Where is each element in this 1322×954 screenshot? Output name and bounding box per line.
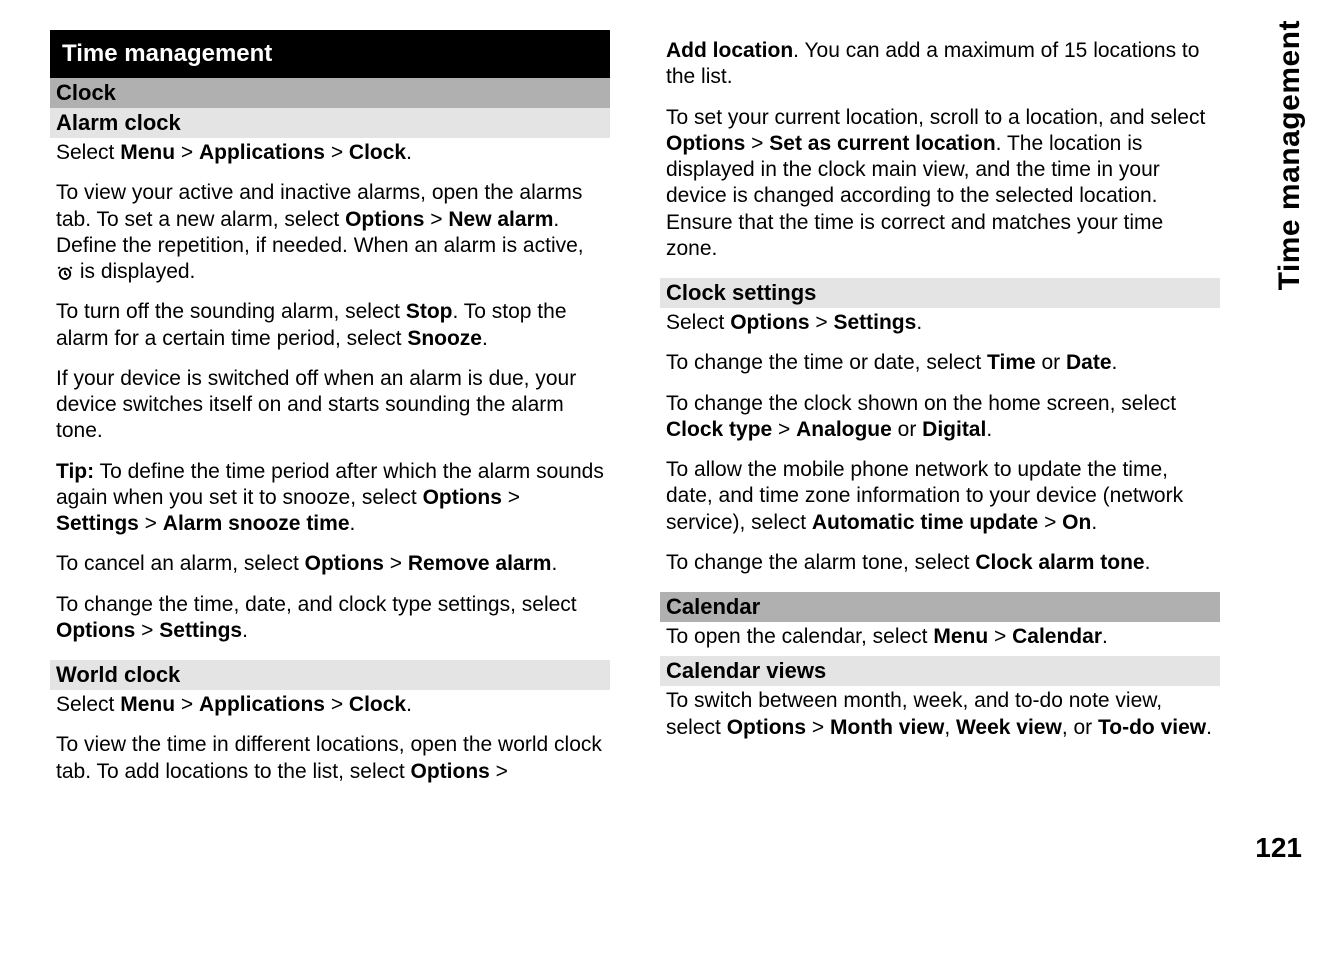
- section-clock-settings: Clock settings: [660, 278, 1220, 308]
- alarm-active-icon: [56, 263, 74, 281]
- settings-p1: Select Options > Settings.: [666, 310, 1214, 336]
- section-clock: Clock: [50, 78, 610, 108]
- settings-p4: To allow the mobile phone network to upd…: [666, 457, 1214, 536]
- calendar-p1: To open the calendar, select Menu > Cale…: [666, 624, 1214, 650]
- clock-settings-body: Select Options > Settings. To change the…: [660, 308, 1220, 592]
- left-column: Time management Clock Alarm clock Select…: [50, 30, 610, 924]
- alarm-p2: To view your active and inactive alarms,…: [56, 180, 604, 285]
- world-p2: To view the time in different locations,…: [56, 732, 604, 785]
- addloc-p2: To set your current location, scroll to …: [666, 105, 1214, 263]
- alarm-p3: To turn off the sounding alarm, select S…: [56, 299, 604, 352]
- alarm-p5: Tip: To define the time period after whi…: [56, 459, 604, 538]
- page-number: 121: [1255, 832, 1302, 864]
- side-tab-label: Time management: [1273, 20, 1307, 290]
- settings-p2: To change the time or date, select Time …: [666, 350, 1214, 376]
- calviews-p1: To switch between month, week, and to-do…: [666, 688, 1214, 741]
- addloc-p1: Add location. You can add a maximum of 1…: [666, 38, 1214, 91]
- section-calendar: Calendar: [660, 592, 1220, 622]
- right-column: Add location. You can add a maximum of 1…: [660, 30, 1220, 924]
- page-content: Time management Clock Alarm clock Select…: [50, 30, 1272, 924]
- add-location-body: Add location. You can add a maximum of 1…: [660, 30, 1220, 278]
- section-calendar-views: Calendar views: [660, 656, 1220, 686]
- alarm-p4: If your device is switched off when an a…: [56, 366, 604, 445]
- calendar-views-body: To switch between month, week, and to-do…: [660, 686, 1220, 757]
- alarm-clock-body: Select Menu > Applications > Clock. To v…: [50, 138, 610, 660]
- section-alarm-clock: Alarm clock: [50, 108, 610, 138]
- calendar-body: To open the calendar, select Menu > Cale…: [660, 622, 1220, 656]
- alarm-p6: To cancel an alarm, select Options > Rem…: [56, 551, 604, 577]
- section-world-clock: World clock: [50, 660, 610, 690]
- settings-p5: To change the alarm tone, select Clock a…: [666, 550, 1214, 576]
- settings-p3: To change the clock shown on the home sc…: [666, 391, 1214, 444]
- world-clock-body: Select Menu > Applications > Clock. To v…: [50, 690, 610, 801]
- alarm-p1: Select Menu > Applications > Clock.: [56, 140, 604, 166]
- chapter-title: Time management: [50, 30, 610, 78]
- world-p1: Select Menu > Applications > Clock.: [56, 692, 604, 718]
- alarm-p7: To change the time, date, and clock type…: [56, 592, 604, 645]
